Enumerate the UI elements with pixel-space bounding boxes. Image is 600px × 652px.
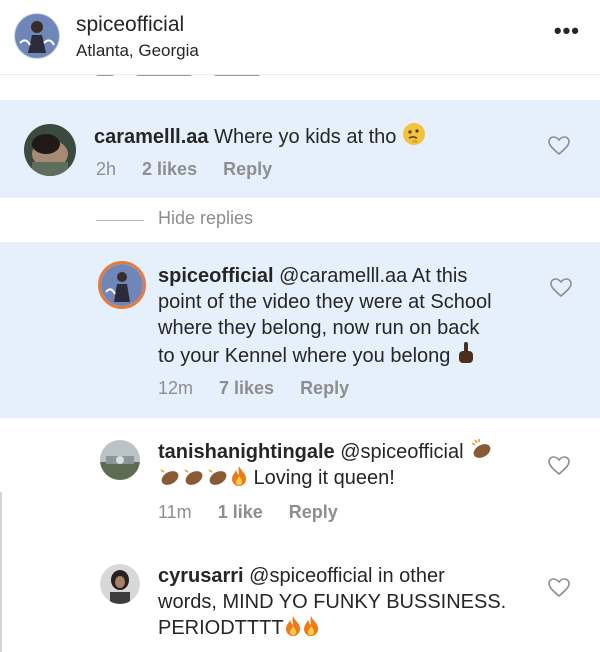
hide-replies-divider	[96, 220, 144, 221]
comment-text: Where yo kids at tho	[208, 126, 397, 148]
like-heart-icon[interactable]	[548, 578, 570, 598]
fire-icon	[302, 615, 320, 644]
comment-time: 2h	[96, 159, 117, 179]
comment-likes[interactable]: 1 like	[218, 502, 263, 522]
comment-time: 12m	[158, 378, 194, 398]
reply-button[interactable]: Reply	[223, 159, 272, 179]
avatar[interactable]	[100, 564, 140, 604]
header-location[interactable]: Atlanta, Georgia	[76, 41, 199, 61]
comment-caramelll: caramelll.aa Where yo kids at tho 2h 2 li…	[0, 100, 600, 198]
fire-icon	[284, 615, 302, 644]
avatar[interactable]	[98, 261, 146, 309]
comment-likes[interactable]: 7 likes	[219, 378, 274, 398]
reply-button[interactable]: Reply	[289, 502, 338, 522]
comment-text-line1: @caramelll.aa At this	[273, 265, 468, 287]
comment-cyrusarri: cyrusarri @spiceofficial in other words,…	[0, 548, 600, 652]
clapping-hands-icon	[469, 439, 495, 468]
comment-username[interactable]: caramelll.aa	[94, 126, 209, 148]
comment-text-line2: point of the video they were at School	[158, 291, 492, 313]
comment-username[interactable]: spiceofficial	[158, 265, 274, 287]
header-username[interactable]: spiceofficial	[76, 13, 184, 37]
avatar[interactable]	[100, 440, 140, 480]
like-heart-icon[interactable]	[548, 136, 570, 156]
comment-username[interactable]: cyrusarri	[158, 565, 244, 587]
avatar[interactable]	[24, 124, 76, 176]
comment-time: 11m	[158, 502, 192, 522]
clapping-hands-icon	[182, 467, 206, 494]
comment-text-line1: @spiceofficial in other	[243, 565, 445, 587]
reply-button[interactable]: Reply	[300, 378, 349, 398]
comment-text-line2: Loving it queen!	[248, 467, 395, 489]
comment-text-line1: @spiceofficial	[334, 441, 464, 463]
clapping-hands-icon	[158, 467, 182, 494]
comment-likes[interactable]: 2 likes	[142, 159, 197, 179]
clapping-hands-icon	[206, 467, 230, 494]
fire-icon	[230, 465, 248, 494]
comment-text-line3: PERIODTTTT	[158, 617, 284, 639]
comment-text-line3: where they belong, now run on back	[158, 317, 480, 339]
comment-text-line4: to your Kennel where you belong	[158, 345, 451, 367]
like-heart-icon[interactable]	[550, 278, 572, 298]
profile-avatar[interactable]	[14, 13, 60, 59]
comment-username[interactable]: tanishanightingale	[158, 441, 335, 463]
hide-replies-button[interactable]: Hide replies	[158, 208, 253, 229]
thinking-face-icon	[402, 122, 426, 153]
comment-tanishanightingale: tanishanightingale @spiceofficial Loving…	[0, 418, 600, 548]
comment-spiceofficial: spiceofficial @caramelll.aa At this poin…	[0, 242, 600, 418]
previous-comment-meta-cutoff	[96, 66, 336, 76]
like-heart-icon[interactable]	[548, 456, 570, 476]
post-header: spiceofficial Atlanta, Georgia •••	[0, 0, 600, 76]
more-options-icon[interactable]: •••	[554, 18, 580, 44]
comment-text-line2: words, MIND YO FUNKY BUSSINESS.	[158, 591, 507, 613]
middle-finger-icon	[456, 341, 476, 372]
